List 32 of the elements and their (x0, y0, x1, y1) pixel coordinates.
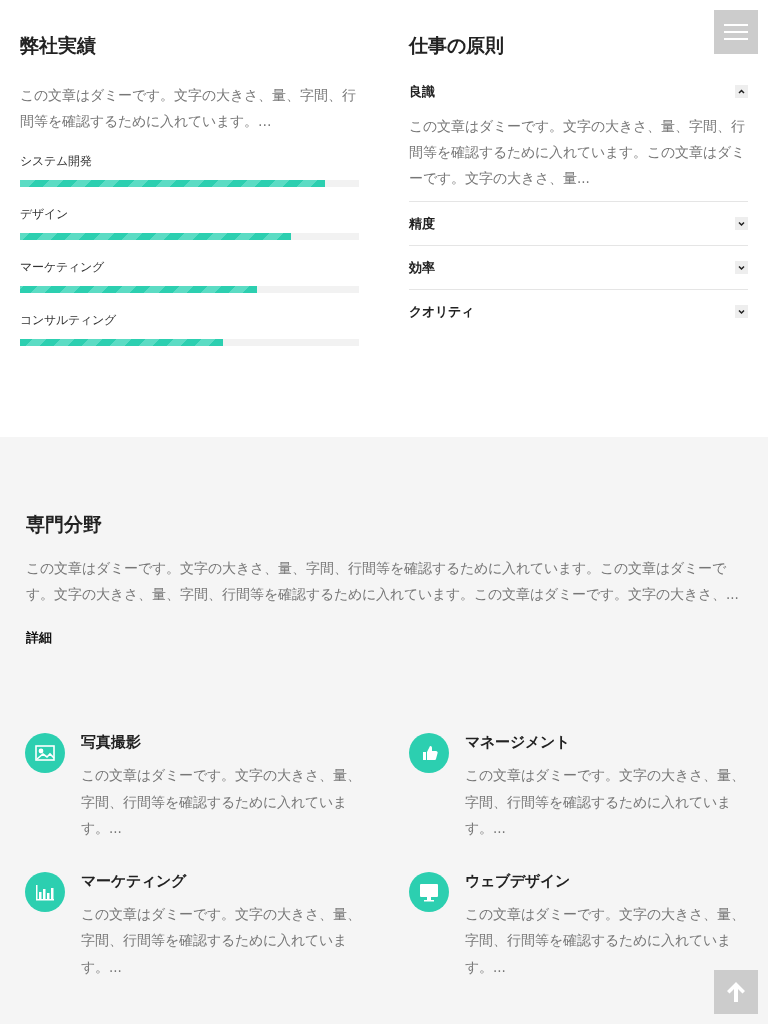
accordion-header[interactable]: 精度 (409, 214, 435, 233)
service-title: 写真撮影 (81, 732, 142, 753)
chevron-down-icon[interactable] (735, 217, 748, 230)
chart-icon (25, 871, 65, 912)
service-text: この文章はダミーです。文字の大きさ、量、字間、行間等を確認するために入れています。... (465, 766, 745, 838)
skill-label: コンサルティング (20, 312, 117, 329)
skill-label: マーケティング (20, 259, 105, 276)
details-link[interactable]: 詳細 (26, 629, 52, 647)
section-title: 専門分野 (26, 512, 102, 537)
monitor-icon (409, 871, 449, 912)
skill-label: デザイン (20, 206, 69, 223)
service-title: マーケティング (81, 870, 188, 892)
accordion-text: この文章はダミーです。文字の大きさ、量、字間、行間等を確認するために入れています。この文章はダミーです。文字の大きさ、量... (409, 117, 746, 188)
service-title: ウェブデザイン (465, 870, 571, 892)
chevron-up-icon[interactable] (735, 85, 748, 98)
menu-icon (724, 23, 748, 41)
accordion-header[interactable]: クオリティ (409, 302, 474, 321)
section-title: 仕事の原則 (409, 33, 504, 58)
chevron-down-icon[interactable] (735, 261, 748, 274)
photo-icon (25, 733, 65, 773)
service-title: マネージメント (465, 732, 571, 753)
accordion-header[interactable]: 効率 (409, 258, 435, 277)
chevron-down-icon[interactable] (735, 305, 748, 318)
accordion-header[interactable]: 良識 (409, 82, 435, 101)
service-text: この文章はダミーです。文字の大きさ、量、字間、行間等を確認するために入れています。... (465, 904, 745, 977)
skill-label: システム開発 (20, 153, 93, 170)
section-title: 弊社実績 (20, 33, 96, 58)
description-text: この文章はダミーです。文字の大きさ、量、字間、行間等を確認するために入れています。この文章はダミーです。文字の大きさ、量、字間、行間等を確認するために入れています。この文章はダミーです。文字の大きさ、... (26, 559, 740, 604)
like-icon (409, 733, 449, 773)
service-text: この文章はダミーです。文字の大きさ、量、字間、行間等を確認するために入れています。... (81, 766, 361, 838)
description-text: この文章はダミーです。文字の大きさ、量、字間、行間等を確認するために入れています。… (20, 86, 357, 131)
service-text: この文章はダミーです。文字の大きさ、量、字間、行間等を確認するために入れています。... (81, 904, 361, 977)
